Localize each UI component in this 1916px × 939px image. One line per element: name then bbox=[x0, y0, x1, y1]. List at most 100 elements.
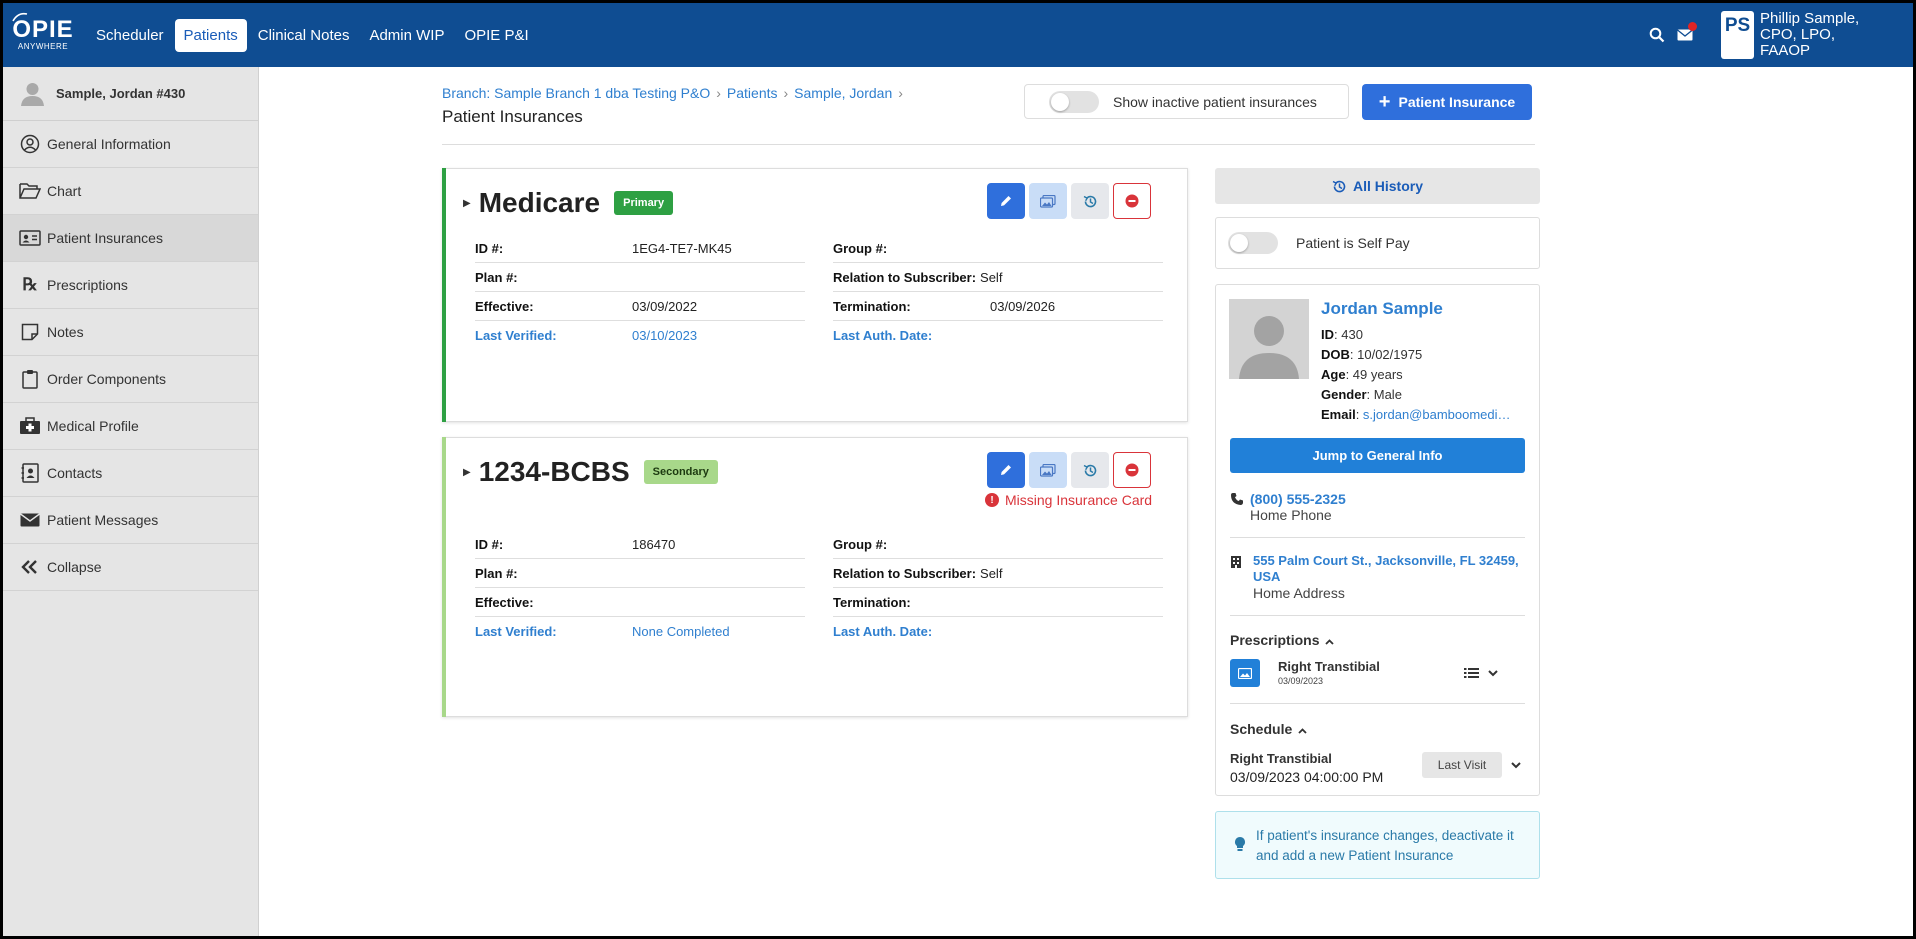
field-label[interactable]: Last Auth. Date: bbox=[833, 328, 990, 343]
address-link[interactable]: 555 Palm Court St., Jacksonville, FL 324… bbox=[1253, 553, 1525, 585]
expand-caret-icon[interactable]: ▶ bbox=[463, 198, 471, 209]
pencil-icon bbox=[1001, 196, 1011, 206]
sidebar-item-medical-profile[interactable]: Medical Profile bbox=[3, 403, 258, 450]
self-pay-toggle[interactable] bbox=[1228, 232, 1278, 254]
minus-circle-icon bbox=[1125, 463, 1139, 477]
nav-scheduler[interactable]: Scheduler bbox=[87, 19, 173, 52]
medical-bag-icon bbox=[19, 415, 41, 437]
insurance-history-button[interactable] bbox=[1071, 183, 1109, 219]
sidebar: Sample, Jordan #430 General Information … bbox=[3, 67, 259, 936]
user-avatar-icon bbox=[21, 83, 44, 106]
insurance-history-button[interactable] bbox=[1071, 452, 1109, 488]
sidebar-patient-header[interactable]: Sample, Jordan #430 bbox=[3, 67, 258, 121]
breadcrumb-patient[interactable]: Sample, Jordan bbox=[794, 85, 892, 101]
sidebar-item-label: General Information bbox=[47, 136, 171, 152]
id-card-icon bbox=[19, 227, 41, 249]
sidebar-item-chart[interactable]: Chart bbox=[3, 168, 258, 215]
deactivate-insurance-button[interactable] bbox=[1113, 183, 1151, 219]
prescriptions-section-toggle[interactable]: Prescriptions bbox=[1230, 632, 1335, 648]
phone-icon bbox=[1231, 493, 1243, 505]
patient-summary-card: Jordan Sample ID: 430 DOB: 10/02/1975 Ag… bbox=[1215, 284, 1540, 796]
breadcrumb: Branch: Sample Branch 1 dba Testing P&O ›… bbox=[442, 85, 909, 101]
schedule-section-toggle[interactable]: Schedule bbox=[1230, 721, 1307, 737]
insurance-card-images-button[interactable] bbox=[1029, 183, 1067, 219]
field-value[interactable]: 03/10/2023 bbox=[632, 328, 697, 343]
chevron-down-icon[interactable] bbox=[1488, 670, 1498, 677]
patient-avatar bbox=[1229, 299, 1309, 379]
sidebar-item-patient-messages[interactable]: Patient Messages bbox=[3, 497, 258, 544]
nav-opie-pi[interactable]: OPIE P&I bbox=[455, 19, 537, 52]
top-navbar: OPIE ANYWHERE Scheduler Patients Clinica… bbox=[3, 3, 1913, 67]
sidebar-patient-name: Sample, Jordan #430 bbox=[56, 86, 186, 101]
nav-admin-wip[interactable]: Admin WIP bbox=[360, 19, 453, 52]
field-row: Plan #: Relation to Subscriber: Self bbox=[475, 263, 1163, 292]
sidebar-item-notes[interactable]: Notes bbox=[3, 309, 258, 356]
jump-to-general-info-button[interactable]: Jump to General Info bbox=[1230, 438, 1525, 473]
sidebar-item-order-components[interactable]: Order Components bbox=[3, 356, 258, 403]
field-label: Termination: bbox=[833, 594, 911, 610]
sidebar-item-label: Prescriptions bbox=[47, 277, 128, 293]
field-label[interactable]: Last Verified: bbox=[475, 624, 632, 639]
insurance-card-images-button[interactable] bbox=[1029, 452, 1067, 488]
breadcrumb-branch[interactable]: Branch: Sample Branch 1 dba Testing P&O bbox=[442, 85, 710, 101]
field-value: 1EG4-TE7-MK45 bbox=[632, 240, 732, 256]
clipboard-icon bbox=[19, 368, 41, 390]
field-label[interactable]: Last Auth. Date: bbox=[833, 624, 990, 639]
field-row: ID #: 1EG4-TE7-MK45 Group #: bbox=[475, 234, 1163, 263]
nav-patients[interactable]: Patients bbox=[174, 18, 247, 52]
breadcrumb-patients[interactable]: Patients bbox=[727, 85, 778, 101]
insurance-priority-badge: Secondary bbox=[643, 460, 718, 484]
deactivate-insurance-button[interactable] bbox=[1113, 452, 1151, 488]
field-label[interactable]: Last Verified: bbox=[475, 328, 632, 343]
opie-logo[interactable]: OPIE ANYWHERE bbox=[7, 3, 79, 67]
list-icon[interactable] bbox=[1464, 667, 1480, 679]
prescription-title[interactable]: Right Transtibial bbox=[1278, 659, 1380, 674]
chevron-down-icon[interactable] bbox=[1511, 762, 1521, 769]
field-value[interactable]: None Completed bbox=[632, 624, 730, 639]
sidebar-item-patient-insurances[interactable]: Patient Insurances bbox=[3, 215, 258, 262]
history-icon bbox=[1332, 180, 1346, 192]
sidebar-item-label: Order Components bbox=[47, 371, 167, 387]
field-row: Effective: Termination: bbox=[475, 588, 1163, 617]
nav-clinical-notes[interactable]: Clinical Notes bbox=[249, 19, 359, 52]
field-termination: Termination: 03/09/2026 bbox=[833, 292, 1163, 321]
note-icon bbox=[19, 321, 41, 343]
last-visit-button[interactable]: Last Visit bbox=[1422, 752, 1502, 778]
sidebar-item-general-information[interactable]: General Information bbox=[3, 121, 258, 168]
add-patient-insurance-button[interactable]: + Patient Insurance bbox=[1362, 84, 1532, 120]
prescription-image-icon[interactable] bbox=[1230, 659, 1260, 687]
sidebar-item-label: Contacts bbox=[47, 465, 103, 481]
pencil-icon bbox=[1001, 465, 1011, 475]
divider bbox=[1230, 615, 1525, 616]
sidebar-item-label: Patient Insurances bbox=[47, 230, 163, 246]
field-relation: Relation to Subscriber: Self bbox=[833, 263, 1163, 292]
self-pay-label: Patient is Self Pay bbox=[1296, 235, 1410, 251]
user-menu[interactable]: PS Phillip Sample, CPO, LPO, FAAOP bbox=[1721, 11, 1865, 59]
all-history-button[interactable]: All History bbox=[1215, 168, 1540, 204]
plus-icon: + bbox=[1378, 91, 1391, 113]
mail-icon[interactable] bbox=[1671, 21, 1699, 49]
show-inactive-toggle[interactable] bbox=[1049, 90, 1099, 113]
field-label: Group #: bbox=[833, 536, 888, 552]
field-row: Last Verified: 03/10/2023 Last Auth. Date… bbox=[475, 321, 1163, 350]
patient-name-link[interactable]: Jordan Sample bbox=[1321, 299, 1443, 319]
edit-insurance-button[interactable] bbox=[987, 452, 1025, 488]
sidebar-item-collapse[interactable]: Collapse bbox=[3, 544, 258, 591]
edit-insurance-button[interactable] bbox=[987, 183, 1025, 219]
expand-caret-icon[interactable]: ▶ bbox=[463, 467, 471, 478]
prescription-date: 03/09/2023 bbox=[1278, 676, 1324, 686]
sidebar-item-prescriptions[interactable]: ℞ Prescriptions bbox=[3, 262, 258, 309]
patient-age: 49 years bbox=[1352, 367, 1403, 382]
sidebar-item-contacts[interactable]: Contacts bbox=[3, 450, 258, 497]
field-value: 03/09/2026 bbox=[990, 298, 1056, 314]
search-icon[interactable] bbox=[1643, 21, 1671, 49]
field-last-verified: Last Verified: None Completed bbox=[475, 617, 805, 646]
user-name: Phillip Sample, CPO, LPO, FAAOP bbox=[1760, 10, 1860, 59]
patient-email-link[interactable]: s.jordan@bamboomedical.com bbox=[1363, 405, 1511, 425]
field-row: Effective: 03/09/2022 Termination: 03/09/2… bbox=[475, 292, 1163, 321]
logo-subtext: ANYWHERE bbox=[17, 42, 69, 51]
phone-link[interactable]: (800) 555-2325 bbox=[1250, 491, 1346, 507]
minus-circle-icon bbox=[1125, 194, 1139, 208]
field-row: ID #: 186470 Group #: bbox=[475, 530, 1163, 559]
field-plan: Plan #: bbox=[475, 263, 805, 292]
